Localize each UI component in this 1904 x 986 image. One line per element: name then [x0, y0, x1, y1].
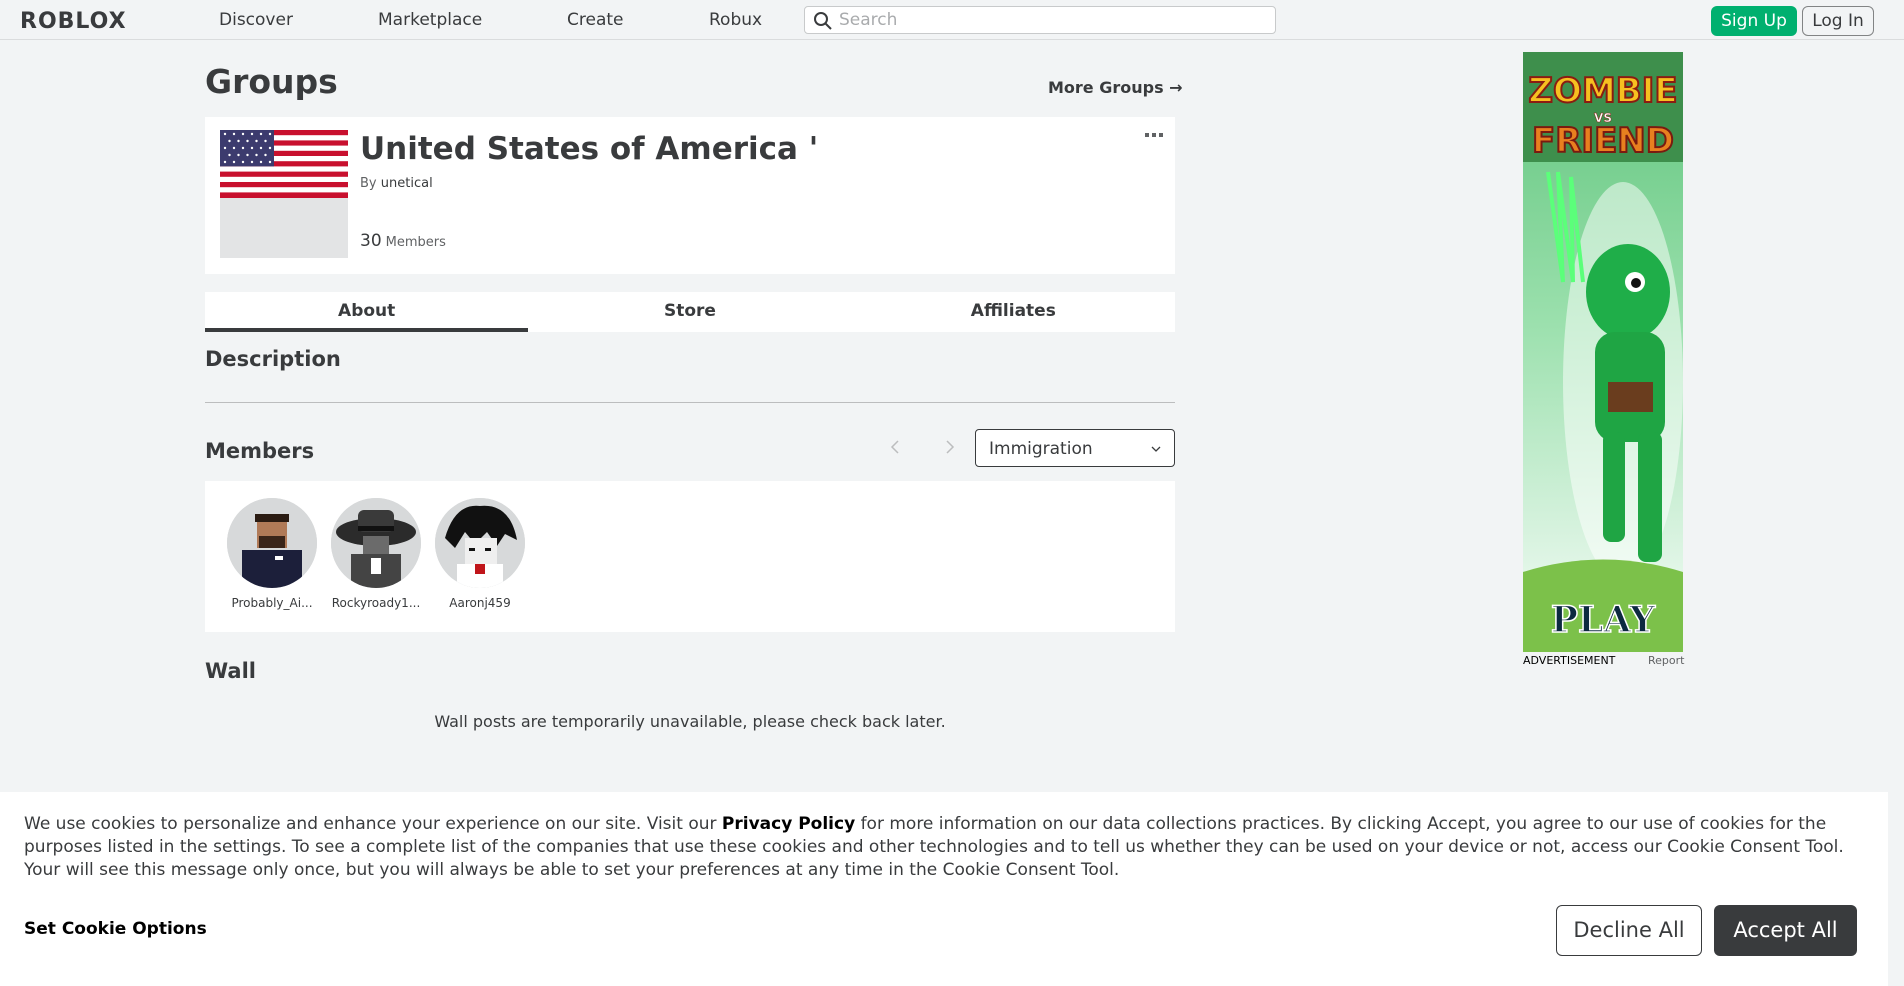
members-panel: Probably_Ai... Rockyroady1... Aaronj459 [205, 481, 1175, 632]
member-avatar[interactable] [227, 498, 317, 588]
group-owner: By unetical [360, 176, 433, 191]
owner-prefix: By [360, 176, 377, 191]
description-heading: Description [205, 347, 341, 371]
ad-title-top: ZOMBIE [1528, 71, 1677, 111]
decline-all-button[interactable]: Decline All [1556, 905, 1702, 956]
member-avatar[interactable] [331, 498, 421, 588]
top-navigation: ROBLOX Discover Marketplace Create Robux… [0, 0, 1904, 40]
member-card[interactable]: Aaronj459 [430, 498, 530, 610]
role-select-value: Immigration [989, 439, 1093, 459]
privacy-policy-link[interactable]: Privacy Policy [722, 814, 855, 834]
more-options-icon[interactable] [1145, 132, 1163, 140]
roblox-logo[interactable]: ROBLOX [20, 9, 127, 34]
advertisement-banner[interactable]: ZOMBIE VS FRIEND PLAY [1523, 52, 1683, 652]
nav-robux[interactable]: Robux [709, 10, 762, 30]
members-heading: Members [205, 439, 315, 463]
report-ad-link[interactable]: Report [1648, 654, 1684, 667]
nav-marketplace[interactable]: Marketplace [378, 10, 482, 30]
role-select[interactable]: Immigration [975, 429, 1175, 467]
ad-title-bottom: FRIEND [1532, 121, 1674, 161]
member-avatar[interactable] [435, 498, 525, 588]
tab-store[interactable]: Store [528, 292, 851, 332]
search-box[interactable] [804, 6, 1276, 34]
wall-heading: Wall [205, 659, 256, 683]
section-divider [205, 402, 1175, 403]
member-card[interactable]: Rockyroady1... [326, 498, 426, 610]
set-cookie-options-link[interactable]: Set Cookie Options [24, 919, 207, 939]
sign-up-button[interactable]: Sign Up [1711, 6, 1797, 36]
ad-play-cta: PLAY [1551, 599, 1657, 641]
member-count-label: Members [385, 235, 446, 250]
tab-affiliates[interactable]: Affiliates [852, 292, 1175, 332]
us-flag-image [220, 130, 348, 198]
wall-unavailable-message: Wall posts are temporarily unavailable, … [434, 712, 946, 731]
cookie-text-before: We use cookies to personalize and enhanc… [24, 814, 722, 834]
nav-discover[interactable]: Discover [219, 10, 293, 30]
member-name[interactable]: Aaronj459 [430, 596, 530, 610]
log-in-button[interactable]: Log In [1802, 6, 1874, 36]
member-name[interactable]: Probably_Ai... [222, 596, 322, 610]
group-header-card: United States of America ' By unetical 3… [205, 117, 1175, 274]
owner-link[interactable]: unetical [381, 176, 433, 191]
accept-all-button[interactable]: Accept All [1714, 905, 1857, 956]
search-icon [814, 12, 832, 30]
tab-about[interactable]: About [205, 292, 529, 332]
member-card[interactable]: Probably_Ai... [222, 498, 322, 610]
group-tabs: About Store Affiliates [205, 292, 1175, 332]
member-count-value: 30 [360, 231, 382, 251]
cookie-message: We use cookies to personalize and enhanc… [24, 813, 1854, 882]
chevron-left-icon[interactable] [886, 437, 906, 457]
more-groups-link[interactable]: More Groups → [1048, 78, 1183, 97]
advertisement-label: ADVERTISEMENT [1523, 654, 1616, 667]
group-emblem [220, 130, 348, 258]
chevron-down-icon [1151, 446, 1161, 452]
search-input[interactable] [839, 9, 1259, 31]
member-name[interactable]: Rockyroady1... [326, 596, 426, 610]
chevron-right-icon[interactable] [939, 437, 959, 457]
group-name: United States of America ' [360, 131, 819, 167]
member-count: 30 Members [360, 231, 446, 251]
page-title: Groups [205, 62, 338, 101]
nav-create[interactable]: Create [567, 10, 624, 30]
cookie-consent-banner: We use cookies to personalize and enhanc… [0, 792, 1888, 986]
